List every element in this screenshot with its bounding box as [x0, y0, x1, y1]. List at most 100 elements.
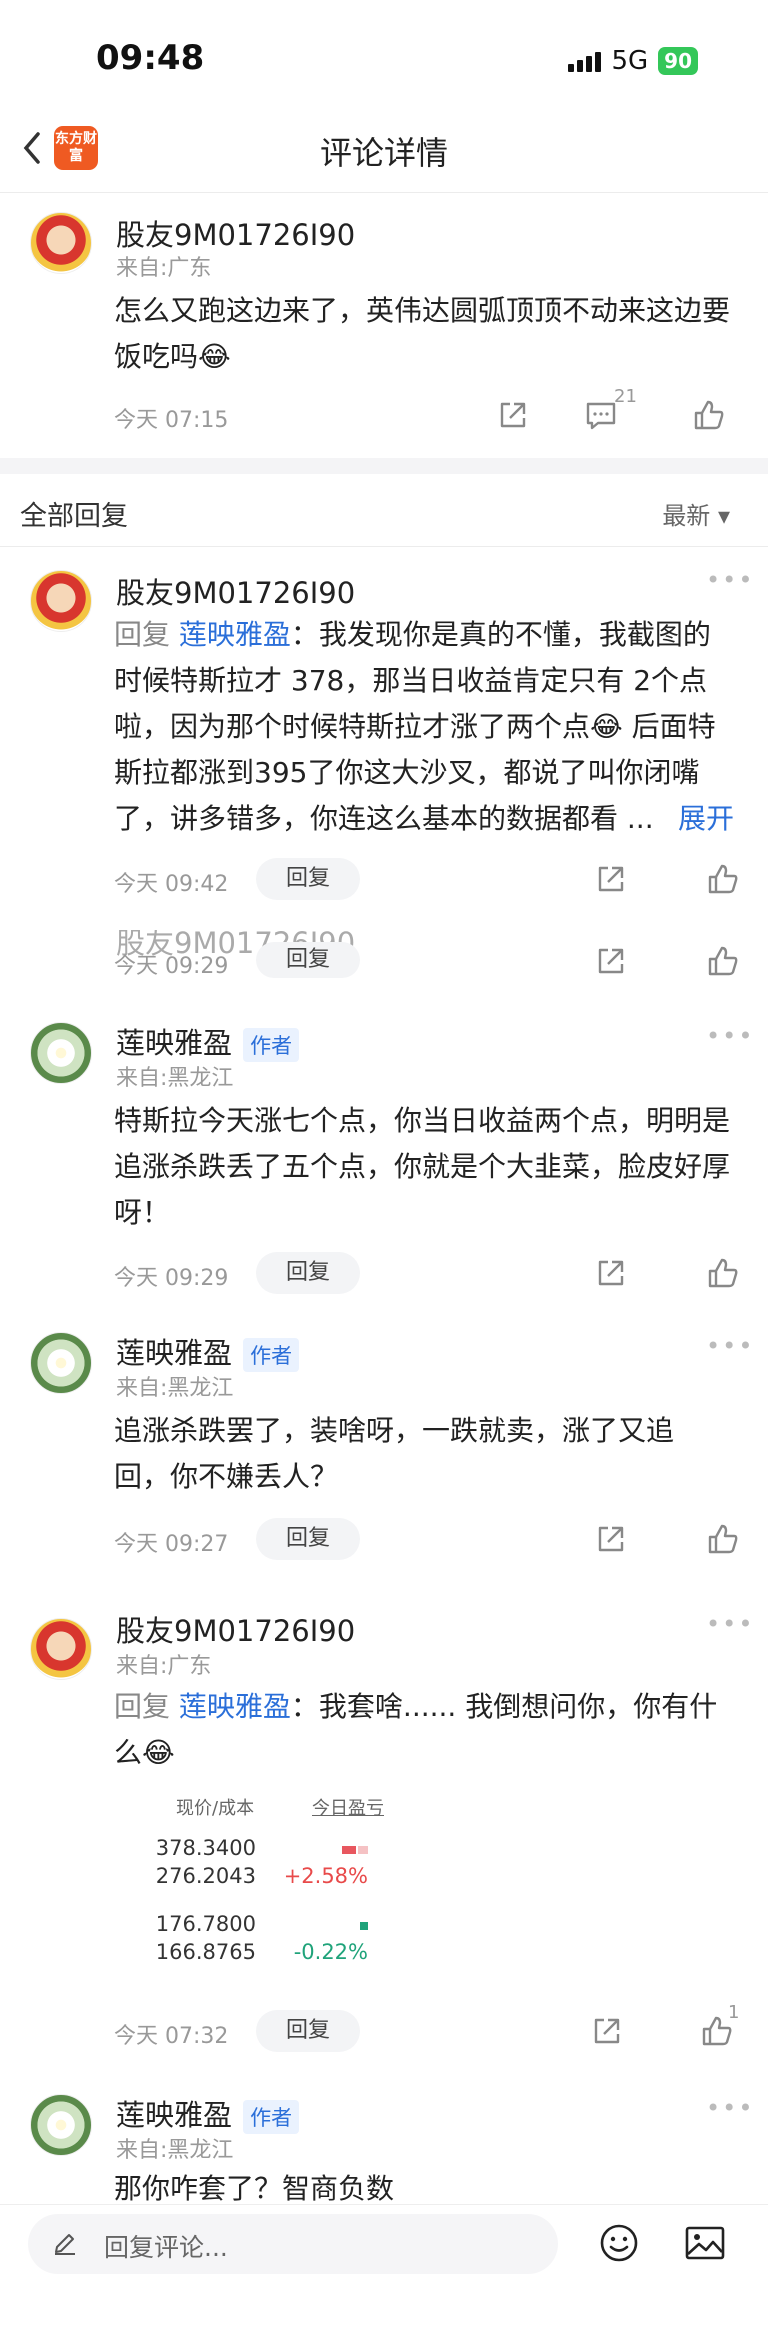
location: 来自:广东	[116, 256, 212, 281]
share-icon[interactable]	[594, 1256, 628, 1290]
price: 378.3400	[155, 1836, 256, 1860]
like-icon[interactable]	[692, 398, 726, 432]
image-icon[interactable]	[684, 2224, 726, 2262]
pencil-icon	[55, 2234, 75, 2255]
divider	[0, 2204, 768, 2205]
reply-time: 今天 09:42	[114, 872, 229, 897]
reply-line: ：我发现你是真的不懂，我截图的	[290, 618, 711, 651]
reply-line: 那你咋套了？智商负数	[114, 2172, 395, 2204]
col-header: 现价/成本	[176, 1798, 255, 1819]
more-options-icon[interactable]: •••	[706, 566, 754, 594]
more-options-icon[interactable]: •••	[706, 1610, 754, 1638]
status-indicators: 5G 90	[568, 46, 698, 76]
like-icon[interactable]	[706, 1256, 740, 1290]
like-count: 1	[728, 2002, 740, 2023]
reply-input-placeholder[interactable]: 回复评论...	[104, 2228, 228, 2264]
share-icon[interactable]	[590, 2014, 624, 2048]
reply-text-clip: 那你咋套了？智商负数	[0, 2166, 768, 2204]
reply-line: ：我套啥...... 我倒想问你，你有什	[290, 1690, 718, 1723]
like-icon[interactable]	[706, 862, 740, 896]
username[interactable]: 股友9M01726I90	[116, 212, 355, 254]
reply-line: 追涨杀跌罢了，装啥呀，一跌就卖，涨了又追	[114, 1414, 675, 1447]
username[interactable]: 股友9M01726I90	[116, 1608, 355, 1650]
location: 来自:黑龙江	[116, 1376, 234, 1401]
divider	[0, 546, 768, 547]
share-icon[interactable]	[496, 398, 530, 432]
reply-line: 呀！	[114, 1196, 171, 1229]
page-title: 评论详情	[319, 134, 448, 172]
more-options-icon[interactable]: •••	[706, 2094, 754, 2122]
comment-count: 21	[614, 386, 637, 407]
avatar[interactable]	[30, 2094, 92, 2156]
divider	[0, 192, 768, 193]
author-badge: 作者	[243, 1028, 300, 1062]
comment-icon[interactable]	[584, 398, 618, 432]
reply-button[interactable]: 回复	[256, 942, 360, 978]
portfolio-image[interactable]: 现价/成本 今日盈亏 378.3400 276.2043 +2.58% 176.…	[116, 1792, 406, 1992]
price: 176.7800	[155, 1912, 256, 1936]
location: 来自:黑龙江	[116, 1066, 234, 1091]
author-badge: 作者	[243, 2100, 300, 2134]
comment-text: 怎么又跑这边来了，英伟达圆弧顶顶不动来这边要饭吃吗😂	[114, 294, 731, 373]
share-icon[interactable]	[594, 944, 628, 978]
comment-detail-screen: 09:48 5G 90 东方财富 评论详情 股友9M01726I90 来自:广东…	[0, 0, 768, 2350]
username[interactable]: 股友9M01726I90	[116, 570, 355, 612]
username[interactable]: 莲映雅盈	[116, 1026, 232, 1060]
reply-line: 啦，因为那个时候特斯拉才涨了两个点😂 后面特	[114, 710, 716, 743]
reply-button[interactable]: 回复	[256, 2010, 360, 2052]
location: 来自:广东	[116, 1654, 212, 1679]
like-icon[interactable]	[706, 1522, 740, 1556]
mention-link[interactable]: 莲映雅盈	[179, 1690, 291, 1723]
comment-time: 今天 07:15	[114, 408, 229, 433]
like-icon[interactable]	[706, 944, 740, 978]
network-type: 5G	[611, 46, 649, 76]
reply-button[interactable]: 回复	[256, 1252, 360, 1294]
user-header: 莲映雅盈 作者	[116, 1330, 300, 1372]
more-options-icon[interactable]: •••	[706, 1332, 754, 1360]
reply-text: 回复 莲映雅盈：我套啥...... 我倒想问你，你有什 么😂	[114, 1684, 754, 1776]
sort-dropdown[interactable]: 最新 ▾	[662, 496, 730, 531]
mention-link[interactable]: 莲映雅盈	[179, 618, 291, 651]
reply-line: 时候特斯拉才 378，那当日收益肯定只有 2个点	[114, 664, 708, 697]
more-options-icon[interactable]: •••	[706, 1022, 754, 1050]
collapsed-reply-row: 股友9M01726I90 今天 09:29 回复	[0, 930, 768, 988]
reply-time: 今天 09:27	[114, 1532, 229, 1557]
cost: 166.8765	[155, 1940, 256, 1964]
reply-time: 今天 07:32	[114, 2024, 229, 2049]
reply-time: 今天 09:29	[114, 1266, 229, 1291]
share-icon[interactable]	[594, 1522, 628, 1556]
avatar[interactable]	[30, 570, 92, 632]
battery-icon: 90	[658, 47, 698, 75]
status-time: 09:48	[96, 38, 205, 78]
signal-icon	[568, 50, 602, 72]
reply-button[interactable]: 回复	[256, 1518, 360, 1560]
section-divider	[0, 458, 768, 474]
expand-link[interactable]: 展开	[678, 796, 734, 842]
location: 来自:黑龙江	[116, 2138, 234, 2163]
avatar[interactable]	[30, 1022, 92, 1084]
reply-line: 了，讲多错多，你连这么基本的数据都看 ...	[114, 802, 654, 835]
user-header: 莲映雅盈 作者	[116, 2092, 300, 2134]
change-indicator	[360, 1922, 368, 1930]
avatar[interactable]	[30, 1332, 92, 1394]
reply-text: 追涨杀跌罢了，装啥呀，一跌就卖，涨了又追 回，你不嫌丢人？	[114, 1408, 754, 1500]
cost: 276.2043	[155, 1864, 256, 1888]
share-icon[interactable]	[594, 862, 628, 896]
reply-time: 今天 09:29	[114, 954, 229, 979]
avatar[interactable]	[30, 212, 92, 274]
day-change: +2.58%	[283, 1864, 368, 1888]
reply-line: 追涨杀跌丢了五个点，你就是个大韭菜，脸皮好厚	[114, 1150, 731, 1183]
change-indicator	[342, 1846, 356, 1854]
reply-line: 特斯拉今天涨七个点，你当日收益两个点，明明是	[114, 1104, 731, 1137]
col-header: 今日盈亏	[312, 1798, 384, 1819]
username[interactable]: 莲映雅盈	[116, 2098, 232, 2132]
reply-button[interactable]: 回复	[256, 858, 360, 900]
day-change: -0.22%	[293, 1940, 368, 1964]
reply-prefix: 回复	[114, 1690, 179, 1723]
author-badge: 作者	[243, 1338, 300, 1372]
avatar[interactable]	[30, 1618, 92, 1680]
username[interactable]: 莲映雅盈	[116, 1336, 232, 1370]
emoji-icon[interactable]	[598, 2222, 640, 2264]
replies-title: 全部回复	[20, 501, 128, 532]
reply-prefix: 回复	[114, 618, 179, 651]
